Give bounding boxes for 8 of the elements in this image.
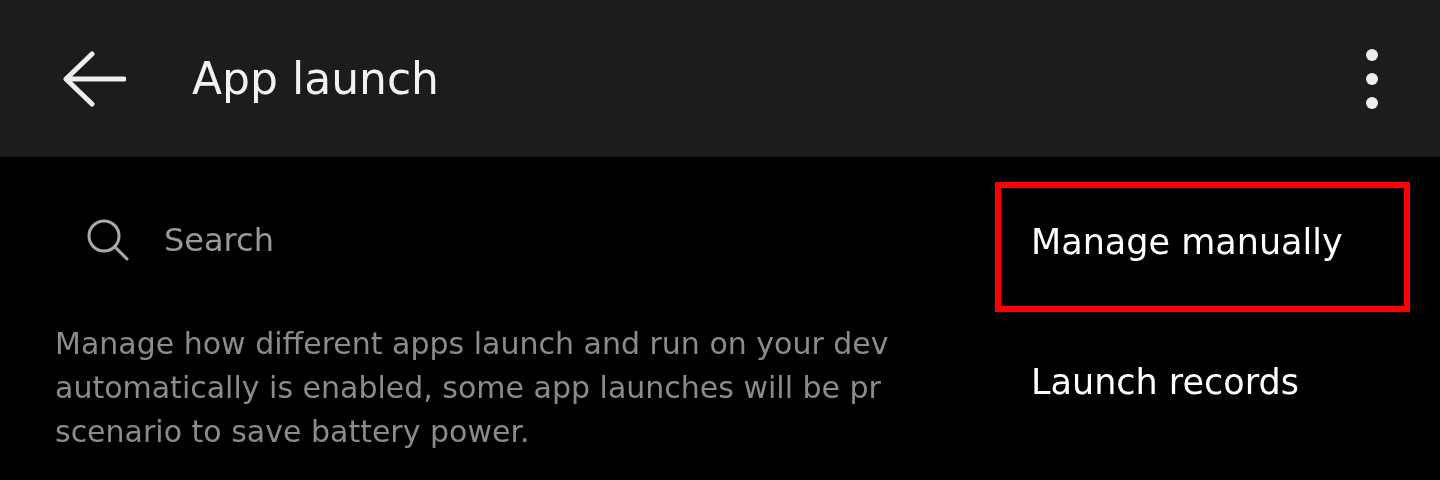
back-icon[interactable] [62,50,126,107]
more-options-icon[interactable] [1364,46,1380,111]
menu-item[interactable]: Manage manually [975,172,1440,312]
menu-item[interactable]: Launch records [975,312,1440,452]
search-icon [86,217,130,262]
description-text: Manage how different apps launch and run on your dev automatically is enabled, some app launches will be pr scenario to save battery power. [55,325,889,451]
screen-title: App launch [192,51,439,106]
search-field[interactable]: Search [164,215,664,264]
